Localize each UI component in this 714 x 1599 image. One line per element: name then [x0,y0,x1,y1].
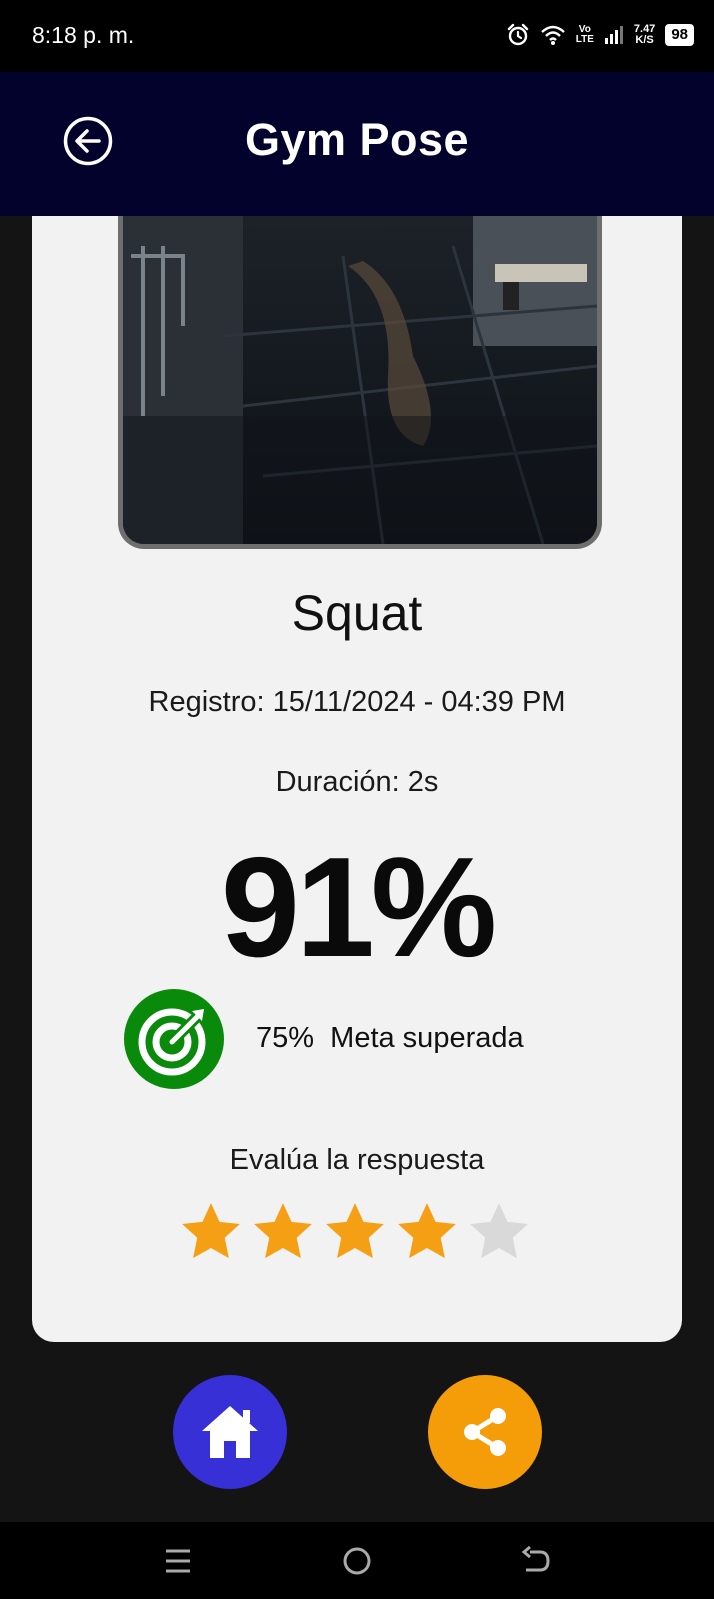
share-icon [464,1408,506,1456]
star-icon-2[interactable] [250,1199,316,1265]
goal-status: 75% Meta superada [256,1022,524,1054]
volte-icon: Vo LTE [576,25,594,45]
app-header: Gym Pose [0,72,714,216]
back-nav-button[interactable] [518,1544,554,1578]
back-icon [521,1545,550,1572]
status-bar: 8:18 p. m. Vo LTE 7.47 K/S 98 [0,0,714,72]
exercise-name: Squat [291,585,423,641]
battery-icon: 98 [665,24,694,46]
wifi-icon [540,25,565,45]
status-time: 8:18 p. m. [32,22,135,48]
star-icon-3[interactable] [322,1199,388,1265]
star-icon-5[interactable] [466,1199,532,1265]
status-icons: Vo LTE 7.47 K/S 98 [506,18,694,52]
signal-icon [604,26,623,44]
accuracy-score: 91% [220,828,497,987]
share-button[interactable] [428,1375,542,1489]
exercise-snapshot [118,216,602,549]
home-circle-icon [343,1547,371,1575]
app-title: Gym Pose [244,114,470,165]
home-button[interactable] [173,1375,287,1489]
star-icon-4[interactable] [394,1199,460,1265]
star-icon-1[interactable] [178,1199,244,1265]
rating-stars[interactable] [178,1199,532,1265]
rating-label: Evalúa la respuesta [229,1144,485,1176]
system-nav-bar [0,1522,714,1599]
record-datetime: Registro: 15/11/2024 - 04:39 PM [148,686,566,718]
menu-icon [166,1549,190,1573]
net-speed-unit: K/S [635,34,654,46]
snapshot-image [123,216,597,544]
menu-button[interactable] [160,1544,196,1578]
home-icon [202,1406,258,1458]
exercise-duration: Duración: 2s [275,766,439,798]
home-nav-button[interactable] [339,1544,375,1578]
volte-bottom: LTE [575,34,594,45]
net-speed: 7.47 K/S [634,24,655,46]
target-goal-icon [124,989,224,1089]
result-card: Squat Registro: 15/11/2024 - 04:39 PM Du… [32,216,682,1342]
alarm-icon [507,23,528,46]
battery-level: 98 [671,26,688,43]
